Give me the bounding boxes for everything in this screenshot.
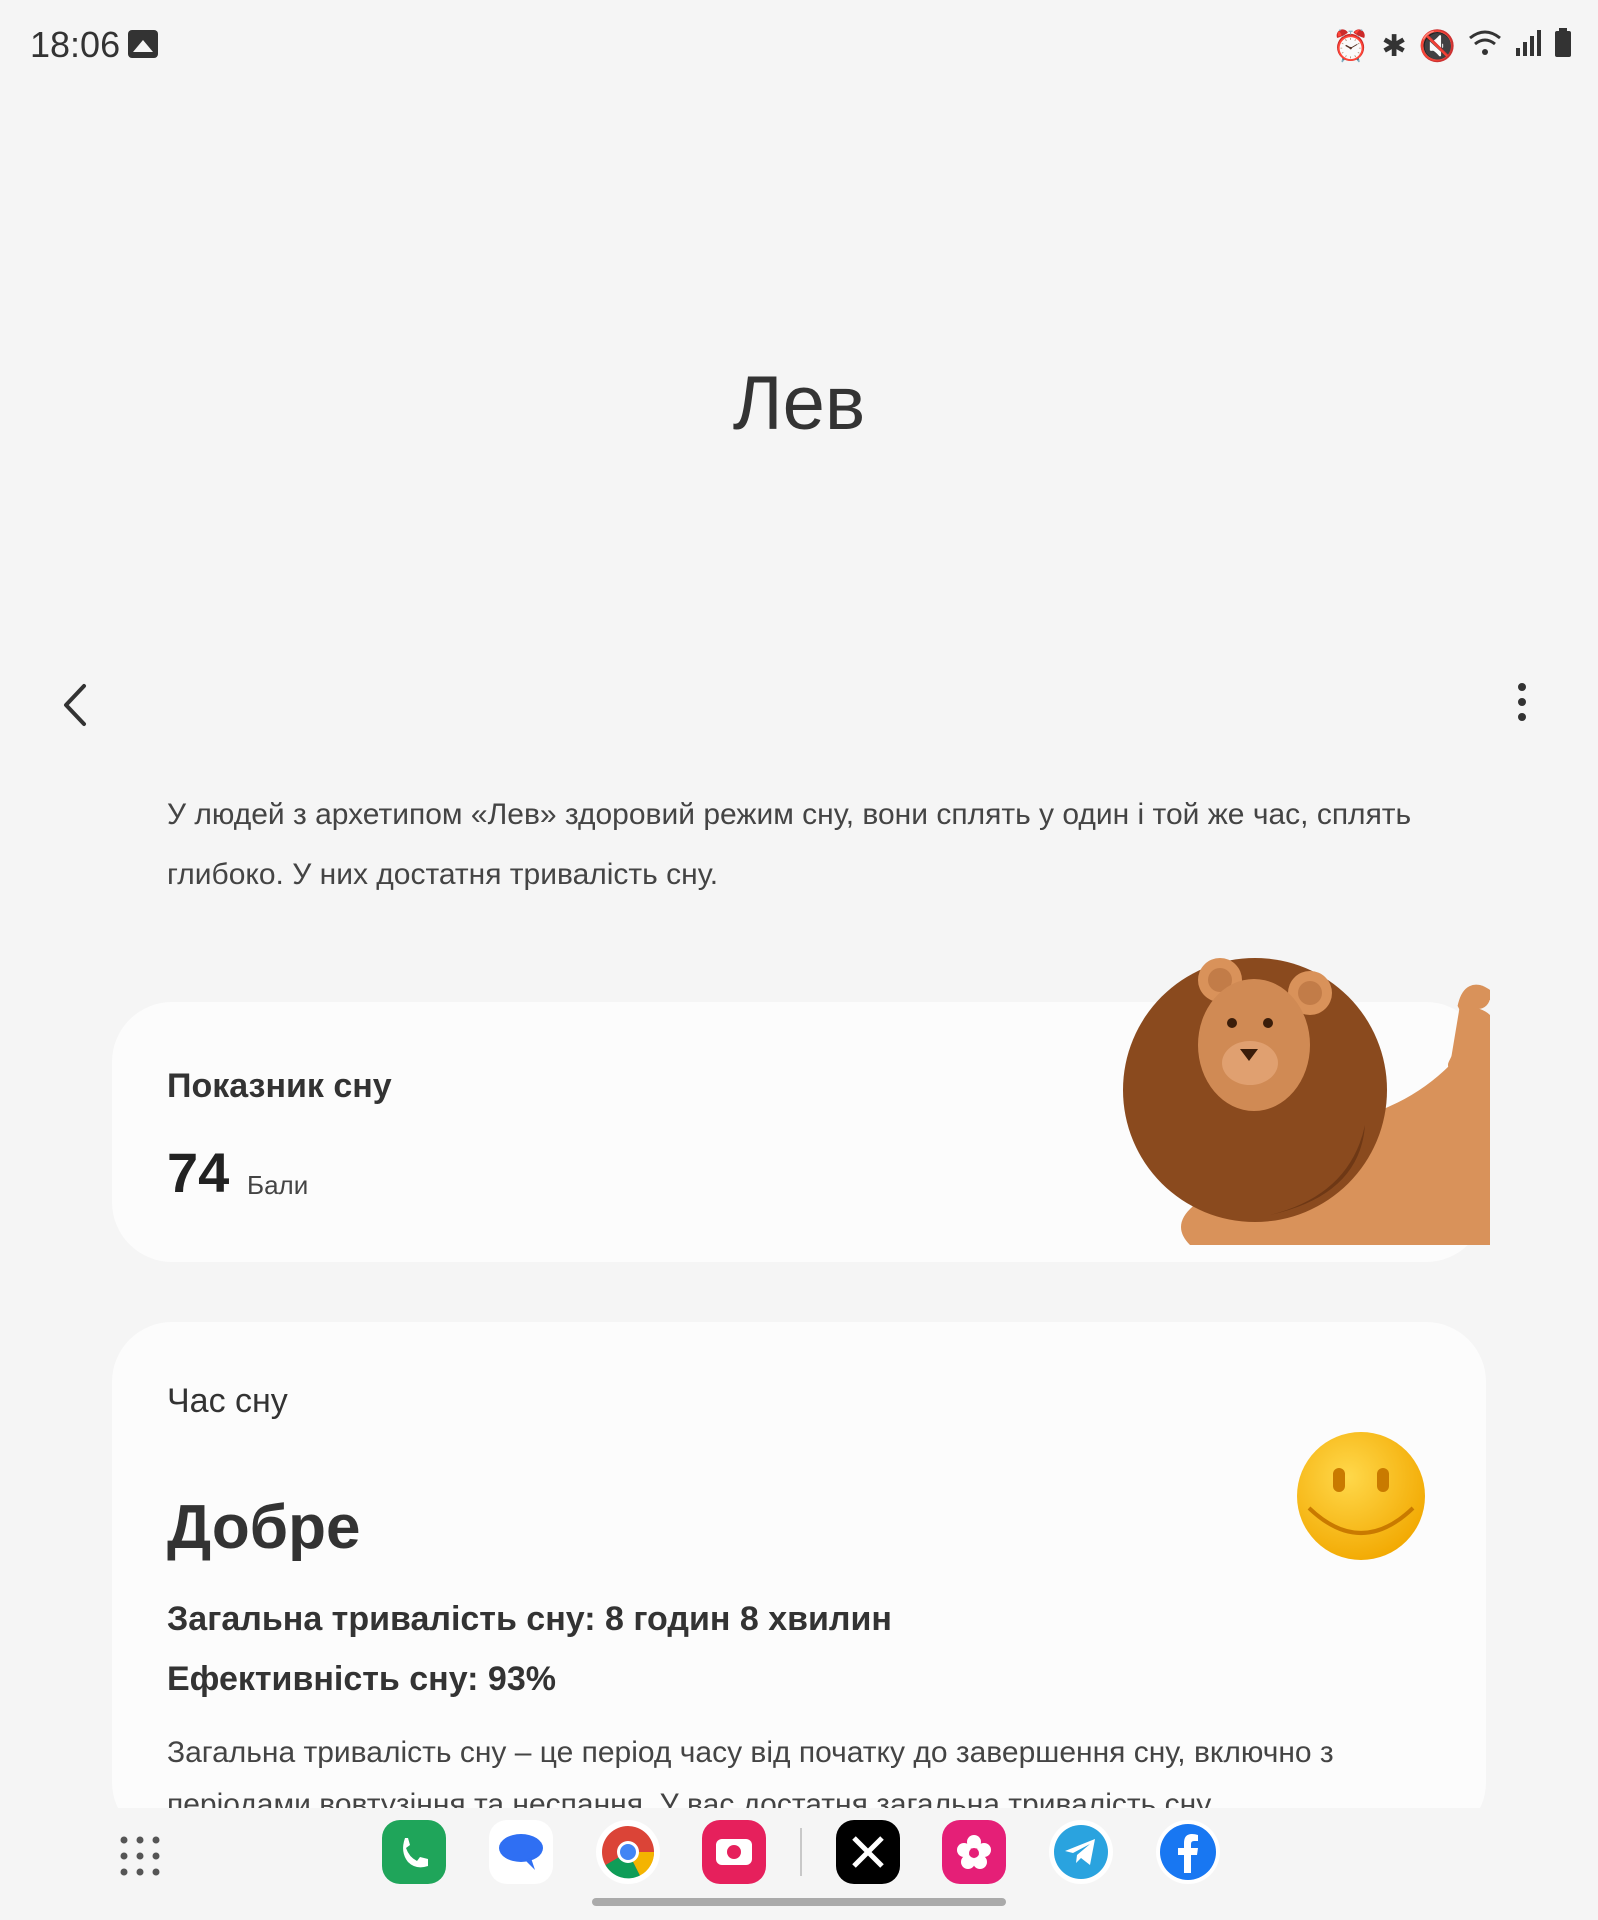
gallery-icon [128, 30, 158, 58]
sleep-rating: Добре [167, 1493, 361, 1562]
phone-app-icon[interactable] [382, 1820, 446, 1884]
mute-icon: 🔇 [1418, 30, 1456, 63]
lion-illustration [1123, 958, 1490, 1245]
score-unit: Бали [247, 1170, 309, 1200]
battery-icon [1554, 28, 1572, 66]
more-options-button[interactable] [1500, 675, 1540, 735]
wifi-icon [1468, 28, 1502, 66]
signal-icon [1514, 28, 1542, 66]
score-value: 74 [167, 1141, 230, 1204]
score-label: Показник сну [167, 1067, 392, 1105]
sleep-total-duration: Загальна тривалість сну: 8 годин 8 хвили… [167, 1600, 892, 1638]
status-icons: ⏰ ✱ 🔇 [1332, 28, 1572, 66]
sleep-time-card[interactable]: Час сну Добре Загальна тривалість сну: 8… [112, 1322, 1486, 1842]
telegram-app-icon[interactable] [1049, 1820, 1113, 1884]
x-app-icon[interactable] [836, 1820, 900, 1884]
flower-app-icon[interactable] [942, 1820, 1006, 1884]
back-button[interactable] [50, 670, 110, 740]
facebook-app-icon[interactable] [1156, 1820, 1220, 1884]
smiley-icon [1297, 1432, 1425, 1560]
chrome-app-icon[interactable] [596, 1820, 660, 1884]
sleep-efficiency: Ефективність сну: 93% [167, 1660, 556, 1698]
home-indicator[interactable] [592, 1898, 1006, 1906]
page-title: Лев [732, 361, 866, 446]
bluetooth-icon: ✱ [1381, 30, 1407, 63]
more-vertical-icon [1518, 683, 1526, 721]
messages-app-icon[interactable] [489, 1820, 553, 1884]
dock-separator [800, 1828, 802, 1876]
chevron-left-icon [64, 684, 86, 726]
status-time: 18:06 [30, 24, 121, 65]
screen-recorder-app-icon[interactable] [702, 1820, 766, 1884]
alarm-icon: ⏰ [1332, 30, 1370, 63]
apps-grid-icon[interactable] [118, 1834, 162, 1878]
status-bar: 18:06 ⏰ ✱ 🔇 [0, 0, 1598, 90]
sleep-time-label: Час сну [167, 1382, 288, 1420]
archetype-description: У людей з архетипом «Лев» здоровий режим… [167, 798, 1412, 891]
